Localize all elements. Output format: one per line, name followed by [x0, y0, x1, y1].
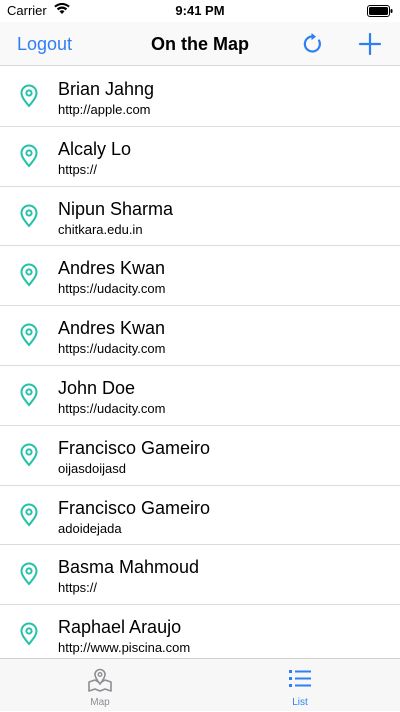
- navigation-bar: Logout On the Map: [0, 22, 400, 66]
- list-item[interactable]: Nipun Sharma chitkara.edu.in: [0, 187, 400, 247]
- tab-map[interactable]: Map: [0, 659, 200, 712]
- student-url: http://apple.com: [58, 102, 151, 117]
- location-pin-icon: [20, 562, 38, 586]
- tab-list[interactable]: List: [200, 659, 400, 712]
- student-name: Nipun Sharma: [58, 198, 174, 219]
- location-pin-icon: [20, 323, 38, 347]
- map-icon: [88, 668, 112, 692]
- student-url: https://udacity.com: [58, 341, 166, 357]
- student-name: Francisco Gameiro: [58, 497, 211, 518]
- location-pin-icon: [20, 443, 38, 467]
- tab-bar: Map List: [0, 658, 400, 711]
- status-time: 9:41 PM: [175, 3, 225, 18]
- list-item[interactable]: Alcaly Lo https://: [0, 127, 400, 187]
- student-name: Andres Kwan: [58, 318, 166, 339]
- student-url: https://udacity.com: [58, 281, 166, 297]
- student-url: http://www.piscina.com: [58, 640, 191, 656]
- student-name: Andres Kwan: [58, 258, 166, 279]
- student-name: Raphael Araujo: [58, 617, 182, 638]
- list-item[interactable]: Andres Kwan https://udacity.com: [0, 246, 400, 307]
- student-name: Alcaly Lo: [58, 138, 132, 159]
- plus-icon[interactable]: [358, 32, 382, 56]
- list-item[interactable]: Basma Mahmoud https://: [0, 545, 400, 606]
- list-item[interactable]: Andres Kwan https://udacity.com: [0, 306, 400, 366]
- battery-icon: [367, 5, 393, 17]
- location-pin-icon: [20, 622, 38, 646]
- student-url: oijasdoijasd: [58, 460, 126, 476]
- student-url: chitkara.edu.in: [58, 221, 143, 237]
- list-item[interactable]: Francisco Gameiro oijasdoijasd: [0, 426, 400, 486]
- student-url: https://: [58, 161, 98, 177]
- student-name: Brian Jahng: [58, 79, 155, 99]
- status-bar: Carrier 9:41 PM: [0, 0, 400, 22]
- location-pin-icon: [20, 263, 38, 287]
- student-name: Francisco Gameiro: [58, 437, 211, 458]
- location-pin-icon: [20, 383, 38, 407]
- list-item[interactable]: Francisco Gameiro adoidejada: [0, 486, 400, 546]
- location-pin-icon: [20, 144, 38, 168]
- student-name: Basma Mahmoud: [58, 557, 200, 578]
- student-location-list: Brian Jahng http://apple.com Alcaly Lo h…: [0, 67, 400, 658]
- list-item[interactable]: Raphael Araujo http://www.piscina.com: [0, 605, 400, 658]
- student-url: https://: [58, 580, 98, 596]
- refresh-icon[interactable]: [301, 32, 325, 56]
- student-url: adoidejada: [58, 520, 122, 536]
- student-name: John Doe: [58, 377, 136, 398]
- list-item[interactable]: Brian Jahng http://apple.com: [0, 67, 400, 127]
- list-icon: [289, 670, 311, 687]
- location-pin-icon: [20, 84, 38, 108]
- list-item[interactable]: John Doe https://udacity.com: [0, 366, 400, 426]
- student-url: https://udacity.com: [58, 400, 166, 416]
- tab-label: List: [292, 697, 308, 708]
- page-title: On the Map: [151, 34, 249, 54]
- tab-label: Map: [90, 697, 110, 708]
- location-pin-icon: [20, 503, 38, 527]
- location-pin-icon: [20, 204, 38, 228]
